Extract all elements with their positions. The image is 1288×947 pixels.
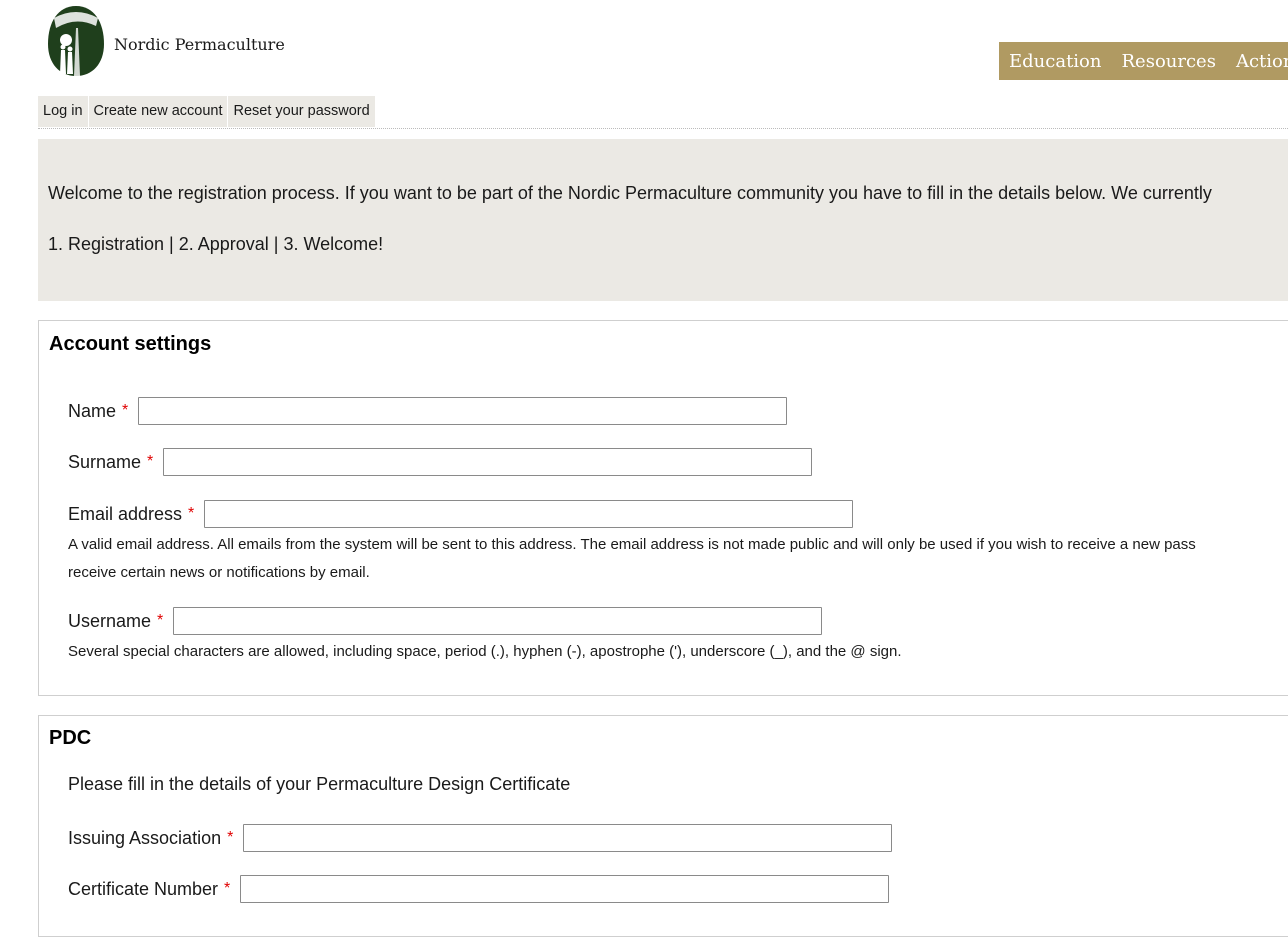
issuing-association-field: Issuing Association * — [68, 824, 893, 852]
name-input[interactable] — [138, 397, 788, 425]
certificate-number-label: Certificate Number — [68, 878, 219, 899]
required-marker: * — [188, 505, 195, 522]
welcome-message-box: Welcome to the registration process. If … — [38, 139, 1288, 301]
username-description: Several special characters are allowed, … — [68, 643, 902, 660]
required-marker: * — [147, 453, 154, 470]
certificate-number-field: Certificate Number * — [68, 875, 890, 903]
required-marker: * — [157, 612, 164, 629]
surname-input[interactable] — [163, 448, 813, 476]
email-description-line1: A valid email address. All emails from t… — [68, 536, 1196, 553]
surname-label: Surname — [68, 451, 142, 472]
name-field: Name * — [68, 397, 788, 425]
email-input[interactable] — [204, 500, 854, 528]
site-name[interactable]: Nordic Permaculture — [114, 35, 285, 54]
account-settings-legend: Account settings — [49, 333, 212, 355]
account-tabs: Log in Create new account Reset your pas… — [38, 96, 1288, 129]
required-marker: * — [227, 829, 234, 846]
tab-reset-password[interactable]: Reset your password — [228, 96, 375, 127]
tree-family-logo-icon[interactable] — [46, 4, 106, 78]
pdc-intro: Please fill in the details of your Perma… — [68, 774, 571, 794]
required-marker: * — [224, 880, 231, 897]
pdc-fieldset: PDC Please fill in the details of your P… — [38, 715, 1288, 937]
account-settings-fieldset: Account settings Name * Surname * Email … — [38, 320, 1288, 696]
issuing-association-label: Issuing Association — [68, 827, 222, 848]
nav-item-action[interactable]: Action — [1236, 51, 1288, 72]
nav-item-education[interactable]: Education — [1009, 51, 1102, 72]
welcome-text: Welcome to the registration process. If … — [48, 183, 1212, 203]
surname-field: Surname * — [68, 448, 813, 476]
main-nav: Education Resources Action — [999, 42, 1288, 80]
name-label: Name — [68, 400, 117, 421]
username-input[interactable] — [173, 607, 823, 635]
username-field: Username * — [68, 607, 823, 635]
email-field: Email address * — [68, 500, 854, 528]
certificate-number-input[interactable] — [240, 875, 890, 903]
email-description-line2: receive certain news or notifications by… — [68, 564, 370, 581]
tab-log-in[interactable]: Log in — [38, 96, 88, 127]
email-label: Email address — [68, 503, 183, 524]
site-header: Nordic Permaculture Education Resources … — [0, 0, 1288, 90]
username-label: Username — [68, 610, 152, 631]
required-marker: * — [122, 402, 129, 419]
pdc-legend: PDC — [49, 727, 92, 749]
nav-item-resources[interactable]: Resources — [1122, 51, 1216, 72]
registration-steps: 1. Registration | 2. Approval | 3. Welco… — [48, 234, 384, 254]
issuing-association-input[interactable] — [243, 824, 893, 852]
tab-create-new-account[interactable]: Create new account — [88, 96, 228, 127]
